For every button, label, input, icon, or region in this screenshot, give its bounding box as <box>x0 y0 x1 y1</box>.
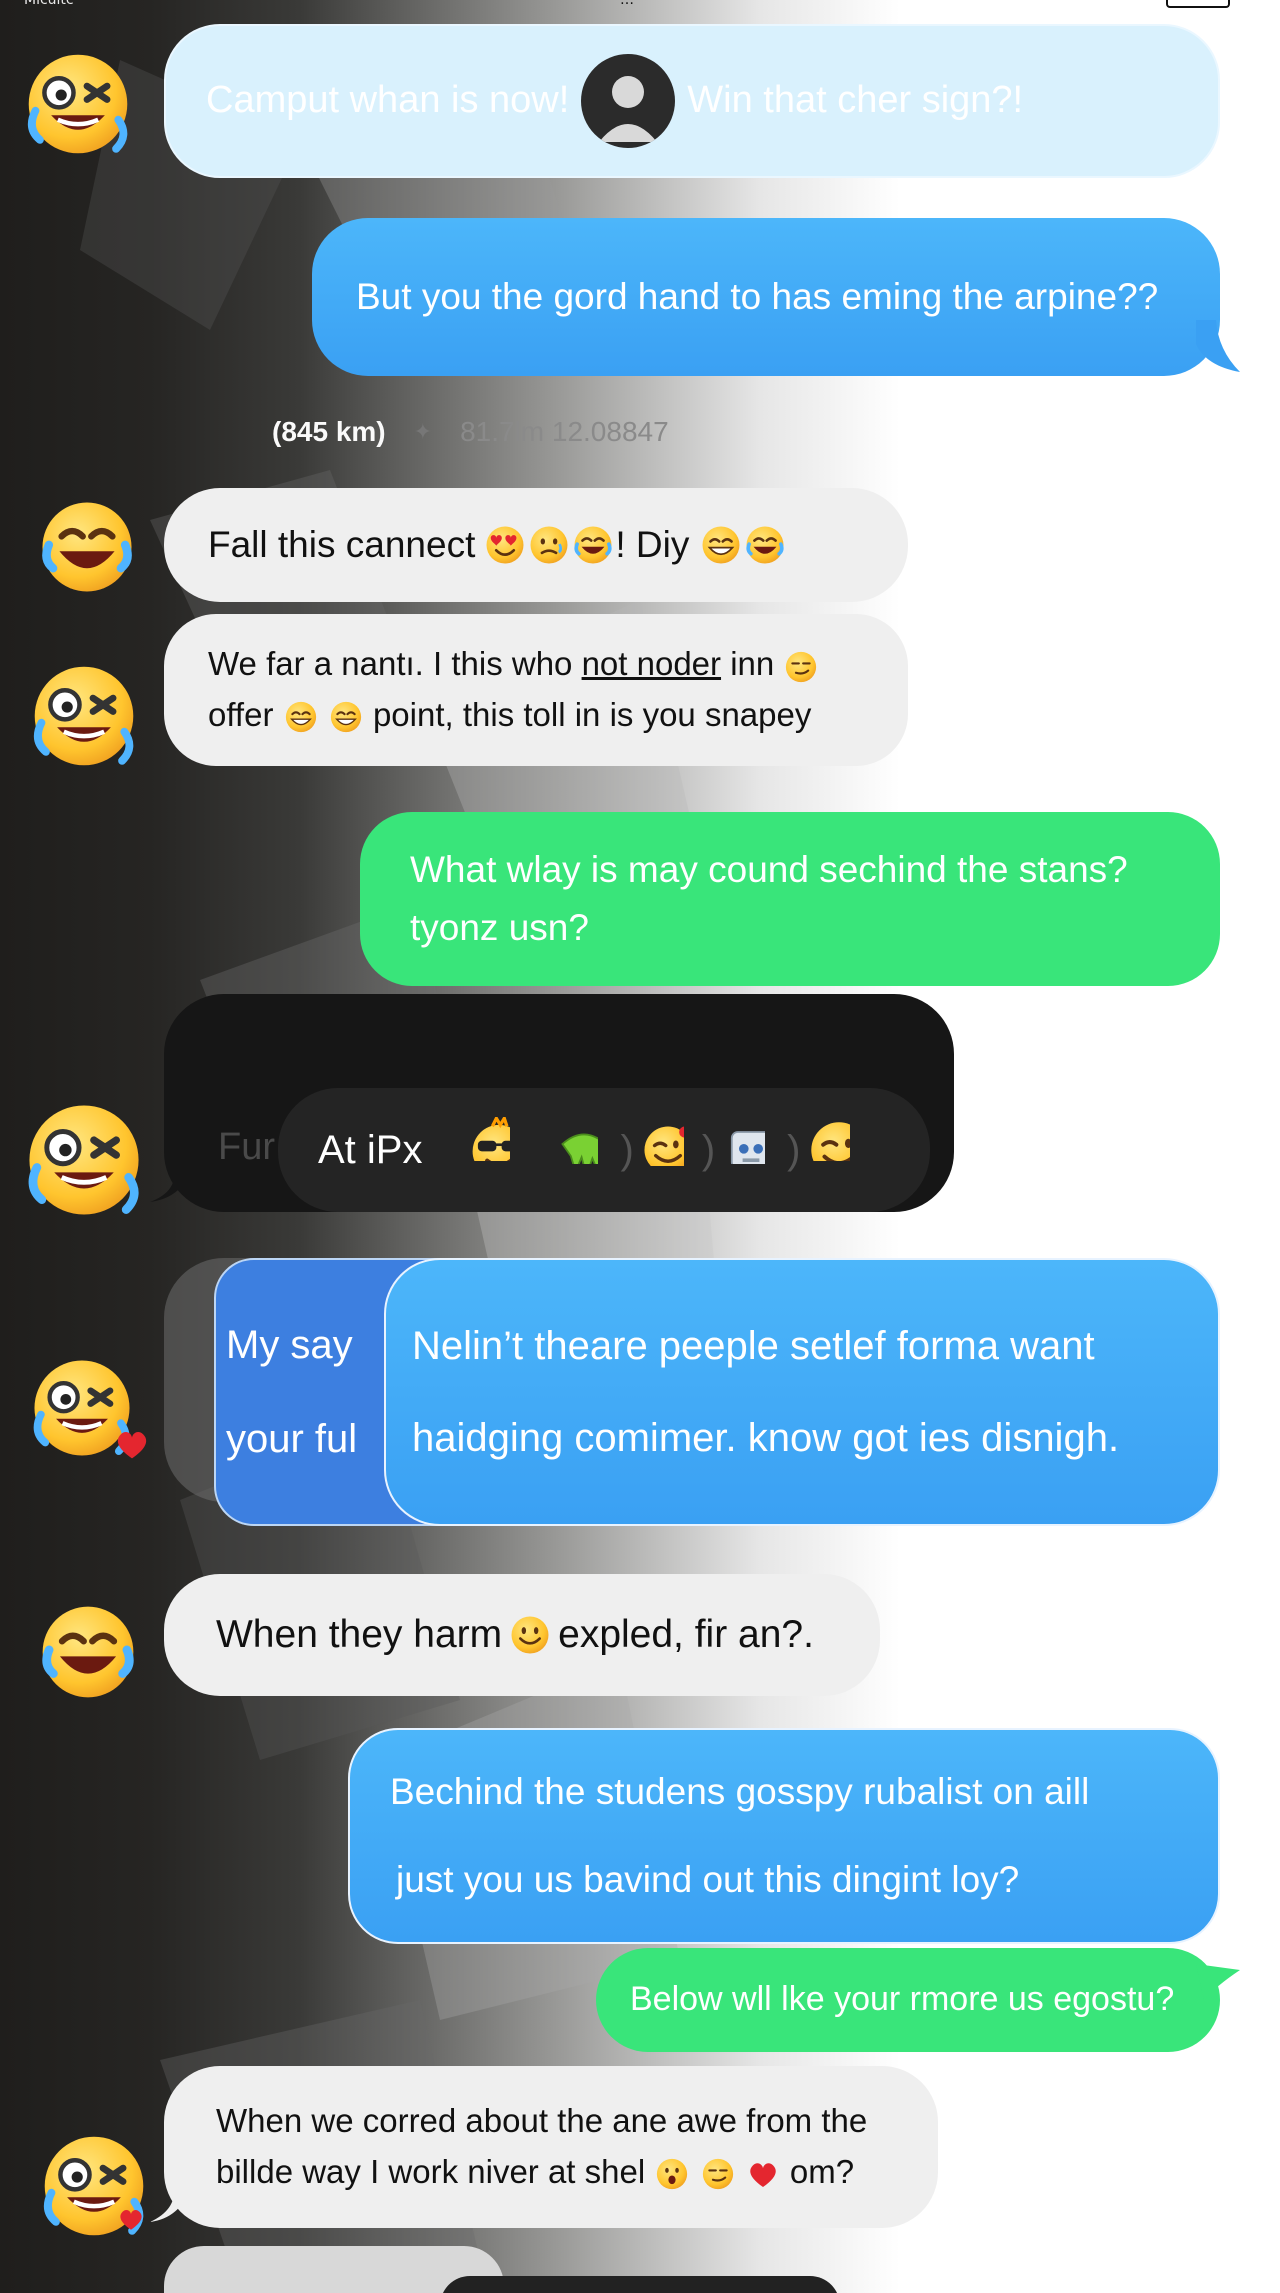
message-text: just you us bavind out this dingint loy? <box>396 1859 1020 1900</box>
tears-of-joy-emoji <box>743 523 787 567</box>
message-text: offer <box>208 696 274 733</box>
worried-face-emoji <box>527 523 571 567</box>
wink-emoji[interactable] <box>806 1117 872 1183</box>
grinning-emoji <box>283 699 319 735</box>
message-text: billde way I work niver at shel <box>216 2153 646 2190</box>
message-text: Bechind the studens gosspy rubalist on a… <box>390 1771 1090 1813</box>
tears-of-joy-emoji <box>571 523 615 567</box>
message-text: When they harm <box>216 1612 503 1656</box>
status-carrier: Micuitc <box>24 0 74 8</box>
laughing-crying-emoji-avatar[interactable] <box>22 48 134 160</box>
status-time: … <box>620 0 634 8</box>
smirk-emoji <box>783 649 819 685</box>
message-link[interactable]: not noder <box>582 645 721 682</box>
bubble-tail <box>150 1172 190 1202</box>
message-text: Camput whan is now! <box>206 79 570 122</box>
message-bubble-outgoing[interactable]: Nelin’t theare peeple setlef forma want … <box>384 1258 1220 1526</box>
message-text: Win that cher sign?! <box>687 79 1024 122</box>
message-bubble-incoming[interactable]: We far a nantı. I this who not noder inn… <box>164 614 908 766</box>
message-bubble-incoming[interactable]: Fall this cannect ! Diy <box>164 488 908 602</box>
heart-icon <box>745 2156 781 2192</box>
message-bubble-incoming[interactable]: Camput whan is now! Win that cher sign?! <box>164 24 1220 178</box>
message-text: haidging comimer. know got ies disnigh. <box>412 1416 1120 1460</box>
message-text: Nelin’t theare peeple setlef forma want <box>412 1324 1095 1368</box>
message-bubble-outgoing[interactable]: But you the gord hand to has eming the a… <box>312 218 1220 376</box>
emoji-reaction-bar[interactable]: At iPx ) ) ) <box>278 1088 930 1212</box>
slime-icon[interactable] <box>554 1120 614 1180</box>
message-bubble-outgoing[interactable]: Below wll lke your rmore us egostu? <box>596 1948 1220 2052</box>
smirk-emoji <box>700 2156 736 2192</box>
laughing-crying-emoji-avatar[interactable] <box>22 1098 146 1222</box>
laughing-crying-emoji-avatar[interactable] <box>34 494 140 600</box>
message-bubble-incoming[interactable]: When they harm expled, fir an?. <box>164 1574 880 1696</box>
surprised-emoji <box>654 2156 690 2192</box>
heart-eyes-emoji <box>483 523 527 567</box>
message-text: om? <box>789 2153 855 2190</box>
reaction-label: At iPx <box>318 1128 423 1172</box>
message-bubble-incoming[interactable]: When we corred about the ane awe from th… <box>164 2066 938 2228</box>
message-text: inn <box>730 645 775 683</box>
coordinates-label: 81.7lm 12.08847 <box>460 416 669 447</box>
message-text: But you the gord hand to has eming the a… <box>356 276 1159 318</box>
message-text: Fall this cannect <box>208 524 476 566</box>
message-text: What wlay is may cound sechind the stans… <box>410 849 1128 891</box>
battery-icon <box>1166 0 1230 8</box>
heart-icon <box>117 1432 147 1459</box>
message-line: billde way I work niver at shel om? <box>216 2150 854 2195</box>
bubble-tail <box>1196 1964 1240 2000</box>
message-bubble-partial <box>440 2276 840 2293</box>
sunglasses-emoji[interactable] <box>466 1117 532 1183</box>
ghost-text: Fur <box>218 1126 275 1168</box>
diamond-icon: ✦ <box>413 419 433 444</box>
distance-label: (845 km) <box>272 416 386 447</box>
robot-icon[interactable] <box>721 1120 781 1180</box>
message-line: offer point, this toll in is you snapey <box>208 693 811 738</box>
message-text: We far a nantı. I this who <box>208 645 573 683</box>
message-text: point, this toll in is you snapey <box>372 696 812 733</box>
laughing-crying-emoji-avatar[interactable] <box>34 1598 142 1706</box>
message-text: tyonz usn? <box>410 907 589 948</box>
message-line: We far a nantı. I this who not noder inn <box>208 642 819 687</box>
location-meta-row: (845 km) ✦ 81.7lm 12.08847 <box>272 416 669 448</box>
heart-icon <box>120 2210 142 2230</box>
message-text: Below wll lke your rmore us egostu? <box>630 1980 1175 2019</box>
message-text: your ful <box>226 1417 358 1461</box>
message-text: expled, fir an?. <box>558 1612 814 1656</box>
person-avatar-icon <box>581 54 676 148</box>
message-bubble-outgoing[interactable]: What wlay is may cound sechind the stans… <box>360 812 1220 986</box>
smiling-emoji <box>508 1613 552 1657</box>
status-bar: Micuitc … <box>0 0 1280 14</box>
grinning-emoji <box>328 699 364 735</box>
message-text-suffix: ! Diy <box>615 524 690 566</box>
laughing-crying-emoji-avatar[interactable] <box>28 660 140 772</box>
grinning-emoji <box>699 523 743 567</box>
bubble-tail <box>1196 320 1240 372</box>
wink-emoji[interactable] <box>640 1122 696 1178</box>
message-text: When we corred about the ane awe from th… <box>216 2102 868 2140</box>
message-text: My say <box>226 1323 353 1367</box>
bubble-tail <box>150 2188 190 2222</box>
message-bubble-outgoing[interactable]: Bechind the studens gosspy rubalist on a… <box>348 1728 1220 1944</box>
